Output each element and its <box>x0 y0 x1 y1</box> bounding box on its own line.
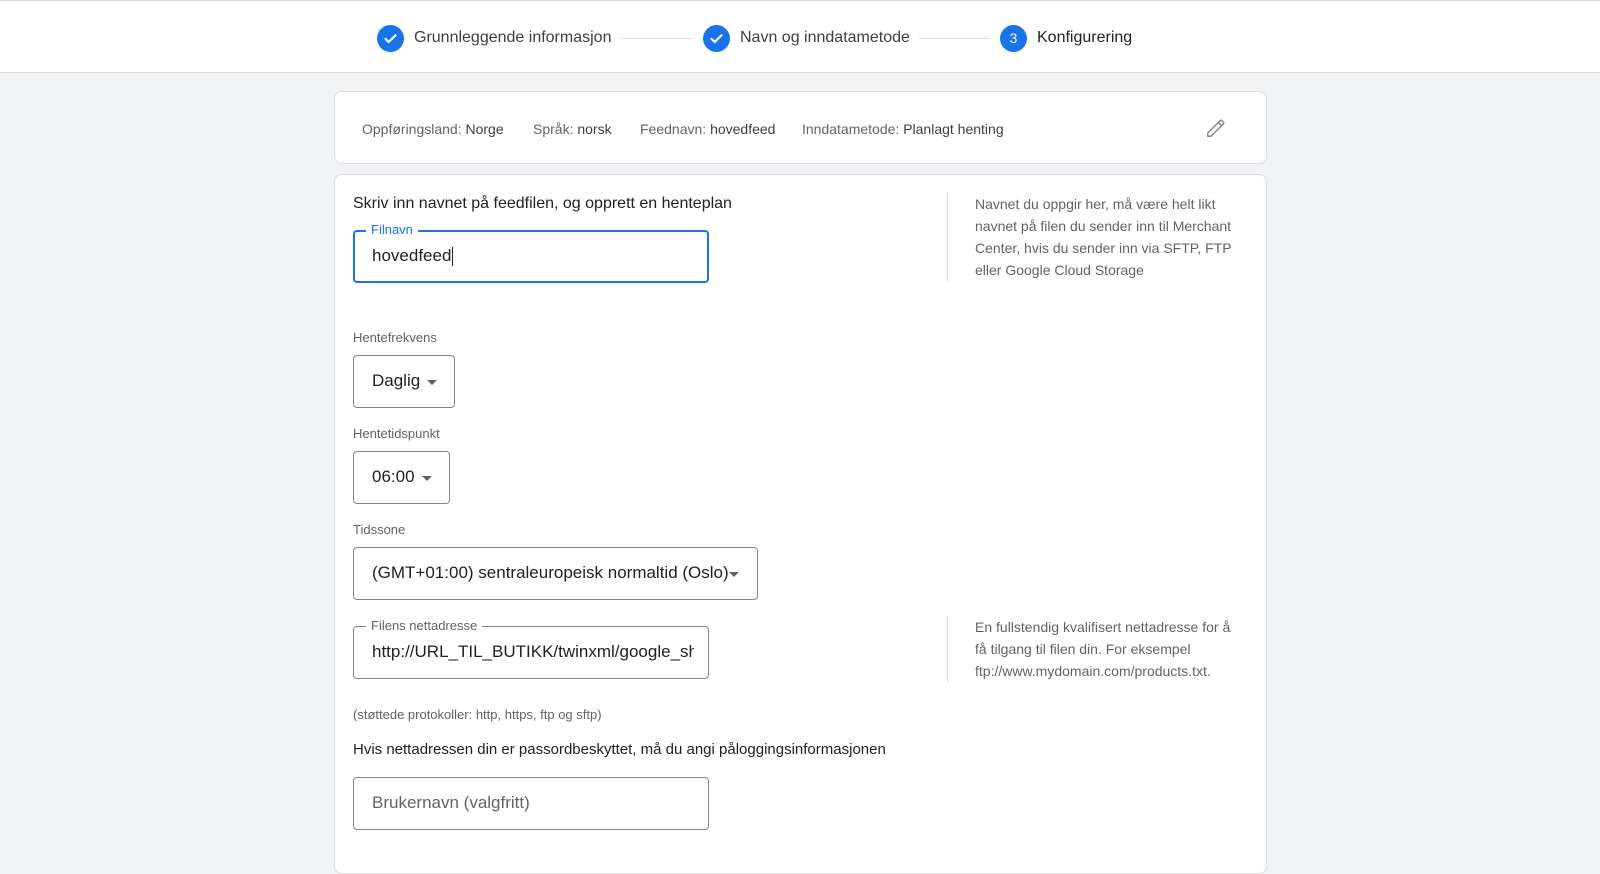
time-select[interactable]: 06:00 <box>353 451 450 504</box>
summary-language: Språk: norsk <box>533 121 612 137</box>
pencil-icon <box>1207 119 1225 137</box>
time-value: 06:00 <box>372 467 415 486</box>
summary-country: Oppføringsland: Norge <box>362 121 504 137</box>
step-label: Grunnleggende informasjon <box>414 29 612 46</box>
timezone-label: Tidssone <box>353 522 406 537</box>
summary-method-value: Planlagt henting <box>903 121 1004 137</box>
chevron-down-icon <box>729 572 739 577</box>
summary-feed-value: hovedfeed <box>710 121 776 137</box>
timezone-value: (GMT+01:00) sentraleuropeisk normaltid (… <box>372 563 729 582</box>
username-input[interactable]: Brukernavn (valgfritt) <box>353 777 709 830</box>
check-icon <box>703 24 730 52</box>
check-icon <box>377 24 404 52</box>
step-number-badge: 3 <box>1000 24 1027 52</box>
summary-feed-label: Feednavn: <box>640 121 707 137</box>
timezone-select[interactable]: (GMT+01:00) sentraleuropeisk normaltid (… <box>353 547 758 600</box>
step-basic-info[interactable]: Grunnleggende informasjon <box>377 23 611 53</box>
section-title: Skriv inn navnet på feedfilen, og oppret… <box>353 195 732 212</box>
filename-help-text: Navnet du oppgir her, må være helt likt … <box>947 193 1237 281</box>
step-name-input-method[interactable]: Navn og inndatametode <box>703 23 910 53</box>
frequency-value: Daglig <box>372 371 421 390</box>
stepper-header: Grunnleggende informasjon Navn og inndat… <box>0 0 1600 73</box>
text-cursor <box>452 247 454 267</box>
summary-feed-name: Feednavn: hovedfeed <box>640 121 775 137</box>
filename-value: hovedfeed <box>372 246 452 265</box>
summary-country-label: Oppføringsland: <box>362 121 462 137</box>
step-connector <box>620 38 692 39</box>
username-placeholder: Brukernavn (valgfritt) <box>372 793 530 812</box>
protocols-hint: (støttede protokoller: http, https, ftp … <box>353 707 602 722</box>
frequency-select[interactable]: Daglig <box>353 355 455 408</box>
filename-input[interactable]: Filnavn hovedfeed <box>353 222 709 283</box>
summary-country-value: Norge <box>465 121 504 137</box>
summary-method-label: Inndatametode: <box>802 121 900 137</box>
credentials-title: Hvis nettadressen din er passordbeskytte… <box>353 741 886 758</box>
filename-label: Filnavn <box>366 222 418 238</box>
edit-summary-button[interactable] <box>1201 113 1231 143</box>
summary-input-method: Inndatametode: Planlagt henting <box>802 121 1004 137</box>
file-url-label: Filens nettadresse <box>366 618 483 634</box>
frequency-label: Hentefrekvens <box>353 330 437 345</box>
file-url-help-text: En fullstendig kvalifisert nettadresse f… <box>947 616 1237 682</box>
step-label: Konfigurering <box>1037 29 1133 46</box>
step-connector <box>919 38 989 39</box>
step-label: Navn og inndatametode <box>740 29 910 46</box>
file-url-input[interactable]: Filens nettadresse http://URL_TIL_BUTIKK… <box>353 618 709 679</box>
step-configuration[interactable]: 3 Konfigurering <box>1000 23 1132 53</box>
configuration-form-card: Skriv inn navnet på feedfilen, og oppret… <box>334 174 1267 874</box>
filename-value-wrap: hovedfeed <box>372 246 454 267</box>
chevron-down-icon <box>427 380 437 385</box>
summary-language-label: Språk: <box>533 121 574 137</box>
file-url-value: http://URL_TIL_BUTIKK/twinxml/google_sh <box>372 642 694 661</box>
time-label: Hentetidspunkt <box>353 426 440 441</box>
summary-language-value: norsk <box>577 121 612 137</box>
feed-summary-card: Oppføringsland: Norge Språk: norsk Feedn… <box>334 91 1267 164</box>
chevron-down-icon <box>422 476 432 481</box>
